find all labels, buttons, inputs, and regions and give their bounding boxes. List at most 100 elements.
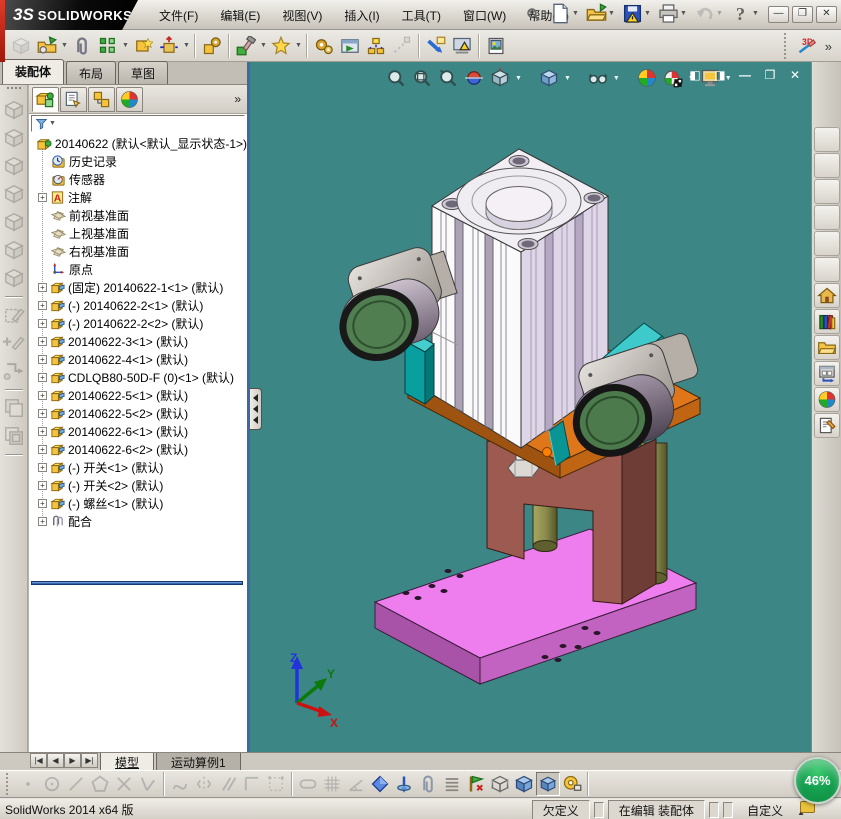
tree-item[interactable]: 传感器 <box>29 170 247 188</box>
dropdown-arrow-icon[interactable]: ▼ <box>612 75 621 82</box>
filter-dropdown-icon[interactable]: ▼ <box>48 113 57 134</box>
menu-item[interactable]: 插入(I) <box>333 3 390 28</box>
tab-scroll-button[interactable]: ◀ <box>47 753 64 768</box>
menu-item[interactable]: 窗口(W) <box>452 3 517 28</box>
open-folder-icon[interactable] <box>586 3 607 24</box>
tree-item[interactable]: + (-) 开关<2> (默认) <box>29 476 247 494</box>
expand-icon[interactable]: + <box>38 336 47 346</box>
tree-item[interactable]: + (-) 开关<1> (默认) <box>29 458 247 476</box>
dropdown-arrow-icon[interactable]: ▼ <box>571 3 580 24</box>
menu-item[interactable]: 视图(V) <box>271 3 333 28</box>
tree-item[interactable]: + 20140622-5<1> (默认) <box>29 386 247 404</box>
expand-icon[interactable]: + <box>38 498 47 508</box>
progress-badge[interactable]: 46% <box>794 757 841 804</box>
undo-icon[interactable] <box>694 3 715 24</box>
design-library-button[interactable] <box>813 309 840 334</box>
dropdown-arrow-icon[interactable]: ▼ <box>679 3 688 24</box>
expand-icon[interactable]: + <box>38 408 47 418</box>
tree-item[interactable]: + 20140622-6<1> (默认) <box>29 422 247 440</box>
expand-icon[interactable]: + <box>38 192 47 202</box>
tree-item[interactable]: + 配合 <box>29 512 247 530</box>
tree-item[interactable]: + (-) 螺丝<1> (默认) <box>29 494 247 512</box>
appearances-button[interactable] <box>813 387 840 412</box>
expand-icon[interactable]: + <box>38 372 47 382</box>
doc-window-button[interactable]: ◧ <box>687 68 703 84</box>
expand-icon[interactable]: + <box>38 318 47 328</box>
print-icon[interactable] <box>658 3 679 24</box>
toolbar-expand-chevron[interactable]: » <box>820 39 837 54</box>
win-min[interactable]: — <box>768 6 789 23</box>
new-doc-icon[interactable] <box>550 3 571 24</box>
dropdown-arrow-icon[interactable]: ▼ <box>607 3 616 24</box>
dropdown-arrow-icon[interactable]: ▼ <box>60 35 69 56</box>
toolbar-drag-handle[interactable] <box>6 773 12 795</box>
panel-tab[interactable]: 布局 <box>66 61 117 84</box>
home-button[interactable] <box>813 283 840 308</box>
vertex-marker[interactable] <box>542 447 552 457</box>
dropdown-arrow-icon[interactable]: ▼ <box>294 35 303 56</box>
dropdown-arrow-icon[interactable]: ▼ <box>259 35 268 56</box>
doc-window-button[interactable]: — <box>737 68 753 84</box>
graphics-viewport[interactable]: Z Y X ▼ ▼ ▼ ▼ ▼ ◧ ◨ — ❐ ✕ <box>250 62 811 752</box>
fm-properties-tab[interactable] <box>60 86 87 112</box>
dropdown-arrow-icon[interactable]: ▼ <box>643 3 652 24</box>
toolbar-drag-handle[interactable] <box>783 33 790 59</box>
expand-icon[interactable]: + <box>38 480 47 490</box>
strip-drag-handle[interactable] <box>6 87 21 92</box>
rollback-bar[interactable] <box>31 581 243 585</box>
dropdown-arrow-icon[interactable]: ▼ <box>182 35 191 56</box>
tree-item[interactable]: + 20140622-5<2> (默认) <box>29 404 247 422</box>
win-restore[interactable]: ❐ <box>792 6 813 23</box>
viewport-3d-model[interactable]: Z Y X <box>250 62 811 752</box>
win-close[interactable]: ✕ <box>816 6 837 23</box>
tree-filter[interactable]: ▼ <box>31 115 245 132</box>
search-icon[interactable] <box>525 6 541 22</box>
doc-window-button[interactable]: ◨ <box>712 68 728 84</box>
dropdown-arrow-icon[interactable]: ▼ <box>121 35 130 56</box>
expand-icon[interactable]: + <box>38 516 47 526</box>
fm-display-tab[interactable] <box>116 86 143 112</box>
tree-item[interactable]: + 20140622-3<1> (默认) <box>29 332 247 350</box>
tree-item[interactable]: 前视基准面 <box>29 206 247 224</box>
tree-item[interactable]: + 20140622-6<2> (默认) <box>29 440 247 458</box>
dropdown-arrow-icon[interactable]: ▼ <box>751 3 760 24</box>
tree-item[interactable]: 上视基准面 <box>29 224 247 242</box>
menu-item[interactable]: 编辑(E) <box>209 3 271 28</box>
tree-item[interactable]: 历史记录 <box>29 152 247 170</box>
view-palette-button[interactable] <box>813 361 840 386</box>
expand-icon[interactable]: + <box>38 300 47 310</box>
tree-item[interactable]: + (固定) 20140622-1<1> (默认) <box>29 278 247 296</box>
tab-scroll-button[interactable]: |◀ <box>30 753 47 768</box>
dropdown-arrow-icon[interactable]: ▼ <box>514 75 523 82</box>
tab-scroll-button[interactable]: ▶ <box>64 753 81 768</box>
menu-item[interactable]: 工具(T) <box>391 3 452 28</box>
tree-item[interactable]: 原点 <box>29 260 247 278</box>
dropdown-arrow-icon[interactable]: ▼ <box>563 75 572 82</box>
tree-item[interactable]: + 20140622-4<1> (默认) <box>29 350 247 368</box>
expand-icon[interactable]: + <box>38 354 47 364</box>
manager-overflow-chevron[interactable]: » <box>234 92 241 106</box>
expand-icon[interactable]: + <box>38 390 47 400</box>
tree-item[interactable]: + (-) 20140622-2<1> (默认) <box>29 296 247 314</box>
expand-icon[interactable]: + <box>38 444 47 454</box>
tree-item[interactable]: + A 注解 <box>29 188 247 206</box>
tab-scroll-button[interactable]: ▶| <box>81 753 98 768</box>
panel-tab[interactable]: 装配体 <box>2 59 65 84</box>
save-icon[interactable] <box>622 3 643 24</box>
expand-icon[interactable]: + <box>38 426 47 436</box>
tree-item[interactable]: + (-) 20140622-2<2> (默认) <box>29 314 247 332</box>
file-explorer-button[interactable] <box>813 335 840 360</box>
fm-tree-tab[interactable] <box>32 86 59 112</box>
custom-properties-button[interactable] <box>813 413 840 438</box>
tree-item[interactable]: 20140622 (默认<默认_显示状态-1>) <box>29 134 247 152</box>
tree-item[interactable]: + CDLQB80-50D-F (0)<1> (默认) <box>29 368 247 386</box>
tree-item[interactable]: 右视基准面 <box>29 242 247 260</box>
doc-window-button[interactable]: ✕ <box>787 68 803 84</box>
doc-window-button[interactable]: ❐ <box>762 68 778 84</box>
panel-tab[interactable]: 草图 <box>118 61 169 84</box>
dropdown-arrow-icon[interactable]: ▼ <box>715 3 724 24</box>
expand-icon[interactable]: + <box>38 282 47 292</box>
expand-icon[interactable]: + <box>38 462 47 472</box>
fm-config-tab[interactable] <box>88 86 115 112</box>
menu-item[interactable]: 文件(F) <box>148 3 209 28</box>
